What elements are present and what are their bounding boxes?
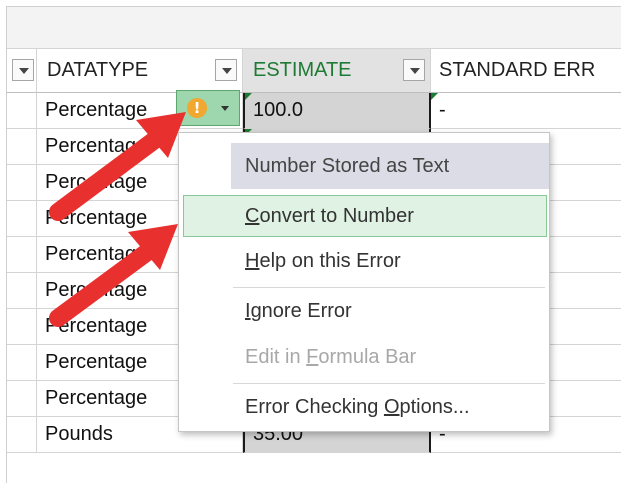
red-arrow-icon <box>49 112 186 221</box>
red-arrow-icon <box>49 224 178 327</box>
annotation-arrows <box>49 112 186 327</box>
